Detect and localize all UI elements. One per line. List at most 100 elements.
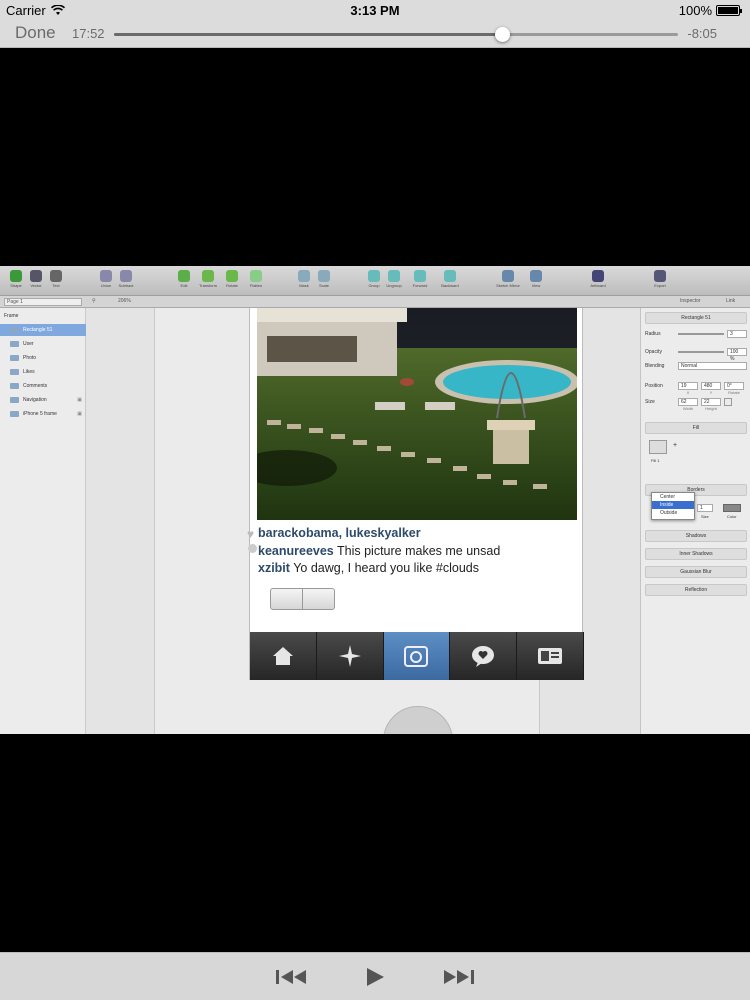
layer-label: iPhone 5 frame — [23, 411, 57, 417]
gaussian-blur-section[interactable]: Gaussian Blur — [645, 566, 747, 578]
lock-icon[interactable]: ▣ — [77, 397, 82, 403]
layer-label: Frame — [4, 313, 19, 319]
layer-item[interactable]: Comments — [0, 380, 86, 392]
toolbar-label: Scale — [318, 283, 329, 288]
fill-swatch[interactable] — [649, 440, 667, 454]
zoom-search-icon[interactable]: ⚲ — [92, 298, 96, 304]
layer-item[interactable]: Frame — [0, 310, 86, 322]
tab-home[interactable] — [250, 632, 317, 680]
rotate-icon — [226, 270, 238, 282]
layer-label: Rectangle 51 — [23, 327, 53, 333]
artboard: ♥ barackobama, lukeskyalker keanureeves … — [154, 308, 584, 734]
fill-section[interactable]: Fill — [645, 422, 747, 434]
toolbar-view-button[interactable]: View — [524, 270, 548, 288]
comment-item: keanureeves This picture makes me unsad — [258, 544, 500, 558]
toolbar-label: Shape — [10, 283, 22, 288]
backward-icon — [444, 270, 456, 282]
blending-select[interactable]: Normal — [678, 362, 747, 370]
fast-forward-icon — [444, 970, 474, 984]
folder-icon — [10, 355, 19, 361]
page-select[interactable]: Page 1 — [4, 298, 82, 306]
comment-text: Yo dawg, I heard you like #clouds — [293, 561, 479, 575]
toolbar-flatten-button[interactable]: Flatten — [244, 270, 268, 288]
fast-forward-button[interactable] — [441, 965, 475, 989]
border-color-swatch[interactable] — [723, 504, 741, 512]
union-icon — [100, 270, 112, 282]
toolbar-label: Ungroup — [386, 283, 402, 288]
menu-item[interactable]: Inside — [652, 501, 694, 509]
inner-shadows-section[interactable]: Inner Shadows — [645, 548, 747, 560]
layer-item[interactable]: Rectangle 51 — [0, 324, 86, 336]
comment-user[interactable]: keanureeves — [258, 544, 334, 558]
reflection-section[interactable]: Reflection — [645, 584, 747, 596]
add-fill-icon[interactable]: + — [673, 442, 677, 449]
forward-icon — [414, 270, 426, 282]
selected-rectangle[interactable] — [270, 588, 335, 610]
toolbar-export-button[interactable]: Export — [648, 270, 672, 288]
menu-item[interactable]: Outside — [652, 509, 694, 517]
toolbar-forward-button[interactable]: Forward — [408, 270, 432, 288]
tab-inspector[interactable]: Inspector — [680, 298, 701, 304]
tab-explore[interactable] — [316, 632, 384, 680]
zoom-level[interactable]: 206% — [118, 298, 131, 304]
likes-users[interactable]: barackobama, lukeskyalker — [258, 526, 421, 540]
lock-icon[interactable]: ▣ — [77, 411, 82, 417]
layer-label: Photo — [23, 355, 37, 361]
toolbar-label: Edit — [180, 283, 188, 288]
layer-item[interactable]: User — [0, 338, 86, 350]
sketch-canvas: ♥ barackobama, lukeskyalker keanureeves … — [86, 308, 640, 734]
home-button — [383, 706, 453, 734]
like-heart-icon[interactable]: ♥ — [247, 527, 254, 541]
play-button[interactable] — [364, 965, 386, 989]
opacity-slider[interactable] — [678, 351, 724, 353]
toolbar-transform-button[interactable]: Transform — [196, 270, 220, 288]
view-icon — [530, 270, 542, 282]
toolbar-sketch-mirror-button[interactable]: Sketch Mirror — [496, 270, 520, 288]
remaining-time: -8:05 — [687, 26, 717, 41]
toolbar-label: Rotate — [226, 283, 238, 288]
toolbar-label: View — [531, 283, 541, 288]
opacity-field[interactable]: 100 % — [727, 348, 747, 362]
radius-slider[interactable] — [678, 333, 724, 335]
layer-label: Navigation — [23, 397, 47, 403]
layer-item[interactable]: iPhone 5 frame ▣ — [0, 408, 86, 420]
tab-profile[interactable] — [517, 632, 584, 680]
vector-icon — [30, 270, 42, 282]
scrubber-thumb[interactable] — [495, 27, 511, 42]
toolbar-text-button[interactable]: Text — [44, 270, 68, 288]
folder-icon — [10, 411, 19, 417]
play-icon — [367, 968, 384, 986]
group-icon — [368, 270, 380, 282]
layer-item[interactable]: Photo — [0, 352, 86, 364]
border-position-menu[interactable]: Center Inside Outside — [651, 492, 695, 520]
export-icon — [654, 270, 666, 282]
menu-item[interactable]: Center — [652, 493, 694, 501]
folder-icon — [10, 341, 19, 347]
toolbar-edit-button[interactable]: Edit — [172, 270, 196, 288]
player-top-bar: Done 17:52 -8:05 — [0, 20, 750, 48]
tab-camera[interactable] — [383, 632, 451, 680]
toolbar-label: Group — [368, 283, 380, 288]
rewind-button[interactable] — [275, 965, 309, 989]
toolbar-scale-button[interactable]: Scale — [312, 270, 336, 288]
toolbar-backward-button[interactable]: Backward — [438, 270, 462, 288]
likes-line: barackobama, lukeskyalker — [258, 526, 421, 540]
scrubber-track[interactable] — [114, 27, 678, 42]
shadows-section[interactable]: Shadows — [645, 530, 747, 542]
tab-activity[interactable] — [450, 632, 518, 680]
toolbar-rotate-button[interactable]: Rotate — [220, 270, 244, 288]
comment-user[interactable]: xzibit — [258, 561, 290, 575]
layer-item[interactable]: Navigation ▣ — [0, 394, 86, 406]
toolbar-artboard-button[interactable]: Artboard — [586, 270, 610, 288]
radius-field[interactable]: 3 — [727, 330, 747, 338]
done-button[interactable]: Done — [15, 23, 56, 43]
toolbar-ungroup-button[interactable]: Ungroup — [382, 270, 406, 288]
layer-item[interactable]: Likes — [0, 366, 86, 378]
tab-link[interactable]: Link — [726, 298, 735, 304]
toolbar-label: Flatten — [249, 283, 263, 288]
border-size-field[interactable]: 1 — [697, 504, 713, 512]
status-bar: Carrier 3:13 PM 100% — [0, 0, 750, 20]
artboard-icon — [592, 270, 604, 282]
mask-icon — [298, 270, 310, 282]
toolbar-subtract-button[interactable]: Subtract — [114, 270, 138, 288]
